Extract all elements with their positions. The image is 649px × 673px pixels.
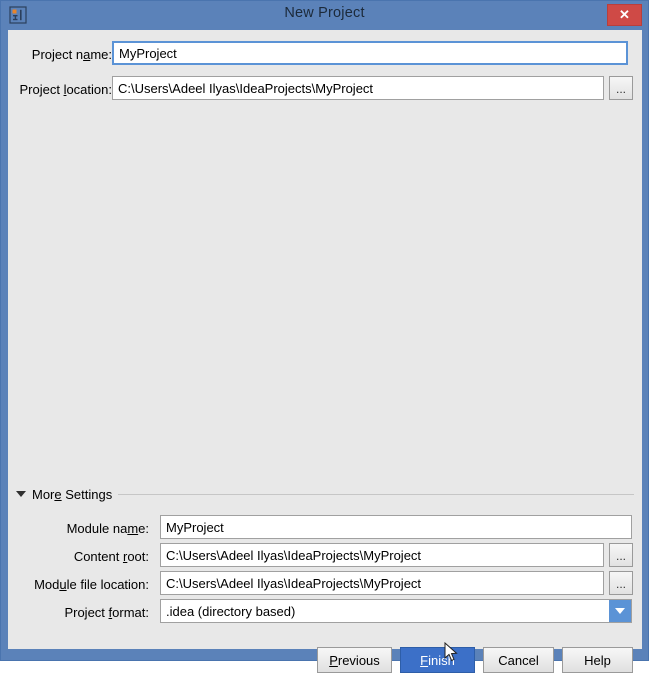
project-location-browse-button[interactable]: ... xyxy=(609,76,633,100)
window-title: New Project xyxy=(284,5,365,21)
project-format-label: Project format: xyxy=(64,605,149,620)
help-button[interactable]: Help xyxy=(562,647,633,673)
project-location-label: Project location: xyxy=(19,82,112,97)
dialog-content: Project name: MyProject Project location… xyxy=(8,30,642,673)
module-name-label: Module name: xyxy=(66,521,149,536)
project-location-input[interactable]: C:\Users\Adeel Ilyas\IdeaProjects\MyProj… xyxy=(112,76,604,100)
title-bar[interactable]: New Project ✕ xyxy=(1,1,648,30)
chevron-down-icon xyxy=(615,608,625,614)
content-root-browse-button[interactable]: ... xyxy=(609,543,633,567)
module-file-location-input[interactable]: C:\Users\Adeel Ilyas\IdeaProjects\MyProj… xyxy=(160,571,604,595)
project-format-dropdown-button[interactable] xyxy=(609,600,631,622)
module-file-location-label: Module file location: xyxy=(34,577,149,592)
module-file-location-browse-button[interactable]: ... xyxy=(609,571,633,595)
content-root-input[interactable]: C:\Users\Adeel Ilyas\IdeaProjects\MyProj… xyxy=(160,543,604,567)
project-name-input[interactable]: MyProject xyxy=(112,41,628,65)
more-settings-separator xyxy=(118,494,634,495)
project-name-label: Project name: xyxy=(31,47,112,62)
content-root-label: Content root: xyxy=(73,549,149,564)
more-settings-label: More Settings xyxy=(32,486,113,502)
chevron-down-icon xyxy=(16,491,26,497)
cancel-button[interactable]: Cancel xyxy=(483,647,554,673)
module-name-input[interactable]: MyProject xyxy=(160,515,632,539)
previous-button[interactable]: Previous xyxy=(317,647,392,673)
close-button[interactable]: ✕ xyxy=(607,4,642,26)
new-project-dialog-window: New Project ✕ Project name: MyProject Pr… xyxy=(0,0,649,673)
more-settings-toggle[interactable]: More Settings xyxy=(16,485,112,503)
project-format-select[interactable]: .idea (directory based) xyxy=(160,599,632,623)
project-format-value: .idea (directory based) xyxy=(166,603,296,619)
finish-button[interactable]: Finish xyxy=(400,647,475,673)
